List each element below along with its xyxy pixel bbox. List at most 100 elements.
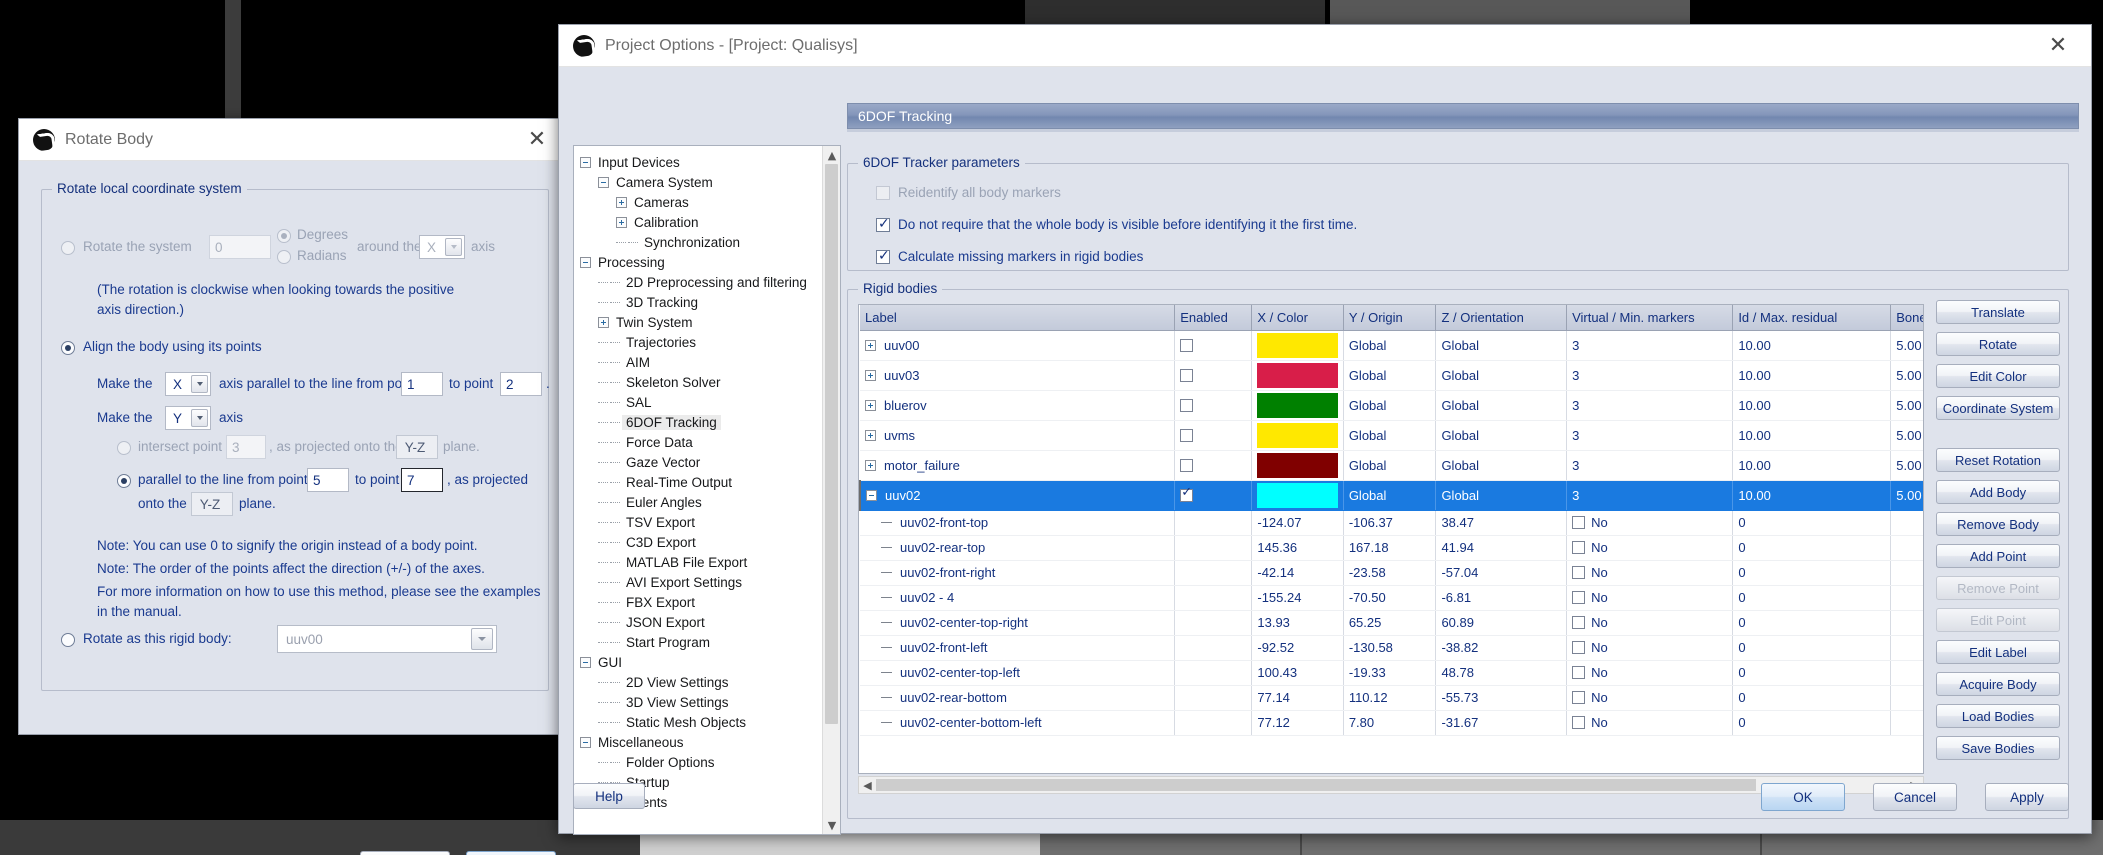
expand-icon[interactable] (865, 369, 876, 381)
color-swatch[interactable] (1257, 482, 1338, 508)
tree-item-aim[interactable]: AIM (574, 352, 822, 372)
expand-icon[interactable] (865, 429, 876, 441)
table-row[interactable]: uuv02-front-top -124.07 -106.37 38.47 No 0 (860, 510, 1923, 536)
tree-item-camera-system[interactable]: Camera System (574, 172, 822, 192)
table-row[interactable]: uuv02-rear-bottom 77.14 110.12 -55.73 No 0 (860, 685, 1923, 711)
radio-align-body-points[interactable] (61, 341, 75, 355)
translate-button[interactable]: Translate (1936, 300, 2060, 324)
collapse-icon[interactable] (580, 256, 591, 268)
chevron-down-icon[interactable] (191, 375, 208, 393)
remove-body-button[interactable]: Remove Body (1936, 512, 2060, 536)
expand-icon[interactable] (616, 216, 627, 228)
row-virtual-checkbox[interactable] (1572, 716, 1586, 729)
parallel-point-to-input[interactable]: 7 (401, 468, 443, 492)
tree-item-2d-view-settings[interactable]: 2D View Settings (574, 672, 822, 692)
tree-item-force-data[interactable]: Force Data (574, 432, 822, 452)
column-header-id-max-residual[interactable]: Id / Max. residual (1732, 305, 1892, 331)
expand-icon[interactable] (616, 196, 627, 208)
color-swatch[interactable] (1257, 422, 1338, 448)
tree-item-gui[interactable]: GUI (574, 652, 822, 672)
column-header-virtual-min-markers[interactable]: Virtual / Min. markers (1566, 305, 1734, 331)
collapse-icon[interactable] (580, 156, 591, 168)
tree-item-miscellaneous[interactable]: Miscellaneous (574, 732, 822, 752)
tree-item-start-program[interactable]: Start Program (574, 632, 822, 652)
tree-item-matlab-file-export[interactable]: MATLAB File Export (574, 552, 822, 572)
table-row[interactable]: uuv02-front-left -92.52 -130.58 -38.82 No 0 (860, 635, 1923, 661)
axis-select-around[interactable]: X (419, 235, 465, 259)
tree-item-skeleton-solver[interactable]: Skeleton Solver (574, 372, 822, 392)
tree-item-processing[interactable]: Processing (574, 252, 822, 272)
tree-item-static-mesh-objects[interactable]: Static Mesh Objects (574, 712, 822, 732)
rigid-body-combo[interactable]: uuv00 (277, 625, 497, 653)
radio-rotate-as-rigid-body[interactable] (61, 633, 75, 647)
tree-item-synchronization[interactable]: Synchronization (574, 232, 822, 252)
row-enabled-checkbox[interactable] (1180, 428, 1194, 442)
ok-button[interactable]: OK (466, 851, 556, 855)
help-button[interactable]: Help (573, 783, 645, 809)
tree-item-euler-angles[interactable]: Euler Angles (574, 492, 822, 512)
row-virtual-checkbox[interactable] (1572, 616, 1586, 629)
color-swatch[interactable] (1257, 392, 1338, 418)
row-virtual-checkbox[interactable] (1572, 516, 1586, 529)
collapse-icon[interactable] (598, 176, 609, 188)
color-swatch[interactable] (1257, 452, 1338, 478)
tree-item-real-time-output[interactable]: Real-Time Output (574, 472, 822, 492)
checkbox-do-not-require-whole-body[interactable] (876, 216, 890, 232)
table-row[interactable]: uuv02 - 4 -155.24 -70.50 -6.81 No 0 (860, 585, 1923, 611)
tree-item-folder-options[interactable]: Folder Options (574, 752, 822, 772)
coordinate-system-button[interactable]: Coordinate System (1936, 396, 2060, 420)
table-row[interactable]: uuv02-center-top-right 13.93 65.25 60.89 No 0 (860, 610, 1923, 636)
rotate-value-input[interactable]: 0 (209, 235, 271, 259)
radio-parallel-line[interactable] (117, 474, 131, 488)
scroll-left-icon[interactable]: ◀ (859, 777, 876, 793)
rigid-bodies-table-wrap[interactable]: Label Enabled X / Color Y / Origin Z / Orien… (858, 304, 1924, 774)
row-virtual-checkbox[interactable] (1572, 541, 1586, 554)
scroll-up-icon[interactable]: ▲ (823, 146, 840, 164)
tree-item-cameras[interactable]: Cameras (574, 192, 822, 212)
parallel-point-from-input[interactable]: 5 (307, 468, 349, 492)
add-body-button[interactable]: Add Body (1936, 480, 2060, 504)
checkbox-reidentify-markers[interactable] (876, 186, 890, 200)
row-enabled-checkbox[interactable] (1180, 458, 1194, 472)
expand-icon[interactable] (865, 459, 876, 471)
tree-item-twin-system[interactable]: Twin System (574, 312, 822, 332)
tree-item-tsv-export[interactable]: TSV Export (574, 512, 822, 532)
table-row[interactable]: uuv02GlobalGlobal310.005.00No filt (859, 480, 1923, 511)
expand-icon[interactable] (598, 316, 609, 328)
intersect-point-input[interactable]: 3 (226, 435, 266, 459)
column-header-x-color[interactable]: X / Color (1251, 305, 1344, 331)
row-virtual-checkbox[interactable] (1572, 691, 1586, 704)
row-enabled-checkbox[interactable] (1180, 338, 1194, 352)
table-row[interactable]: motor_failureGlobalGlobal310.005.00No fi… (860, 450, 1923, 481)
table-row[interactable]: uuv02-rear-top 145.36 167.18 41.94 No 0 (860, 535, 1923, 561)
row-enabled-checkbox[interactable] (1180, 368, 1194, 382)
acquire-body-button[interactable]: Acquire Body (1936, 672, 2060, 696)
tree-item-c3d-export[interactable]: C3D Export (574, 532, 822, 552)
point-from-1-input[interactable]: 1 (401, 372, 443, 396)
table-row[interactable]: uuv03GlobalGlobal310.005.00No filt (860, 360, 1923, 391)
table-row[interactable]: uuv02-center-bottom-left 77.12 7.80 -31.67 N… (860, 710, 1923, 736)
row-virtual-checkbox[interactable] (1572, 641, 1586, 654)
row-virtual-checkbox[interactable] (1572, 566, 1586, 579)
table-row[interactable]: uuv00GlobalGlobal310.005.00No filt (860, 330, 1923, 361)
apply-button[interactable]: Apply (1985, 783, 2069, 811)
column-header-bone-tolerance[interactable]: Bone tolerance (1890, 305, 1923, 331)
column-header-y-origin[interactable]: Y / Origin (1343, 305, 1437, 331)
chevron-down-icon[interactable] (471, 628, 493, 650)
table-row[interactable]: uvmsGlobalGlobal310.005.00No filt (860, 420, 1923, 451)
point-to-1-input[interactable]: 2 (500, 372, 542, 396)
add-point-button[interactable]: Add Point (1936, 544, 2060, 568)
tree-item-3d-tracking[interactable]: 3D Tracking (574, 292, 822, 312)
column-header-label[interactable]: Label (860, 305, 1176, 331)
axis1-select[interactable]: X (165, 372, 211, 396)
edit-label-button[interactable]: Edit Label (1936, 640, 2060, 664)
row-virtual-checkbox[interactable] (1572, 591, 1586, 604)
edit-color-button[interactable]: Edit Color (1936, 364, 2060, 388)
cancel-button[interactable]: Cancel (1873, 783, 1957, 811)
chevron-down-icon[interactable] (191, 409, 208, 427)
row-enabled-checkbox[interactable] (1180, 485, 1194, 502)
tree-item-calibration[interactable]: Calibration (574, 212, 822, 232)
tree-scroll-thumb[interactable] (825, 164, 838, 724)
tree-item-avi-export-settings[interactable]: AVI Export Settings (574, 572, 822, 592)
tree-item-sal[interactable]: SAL (574, 392, 822, 412)
